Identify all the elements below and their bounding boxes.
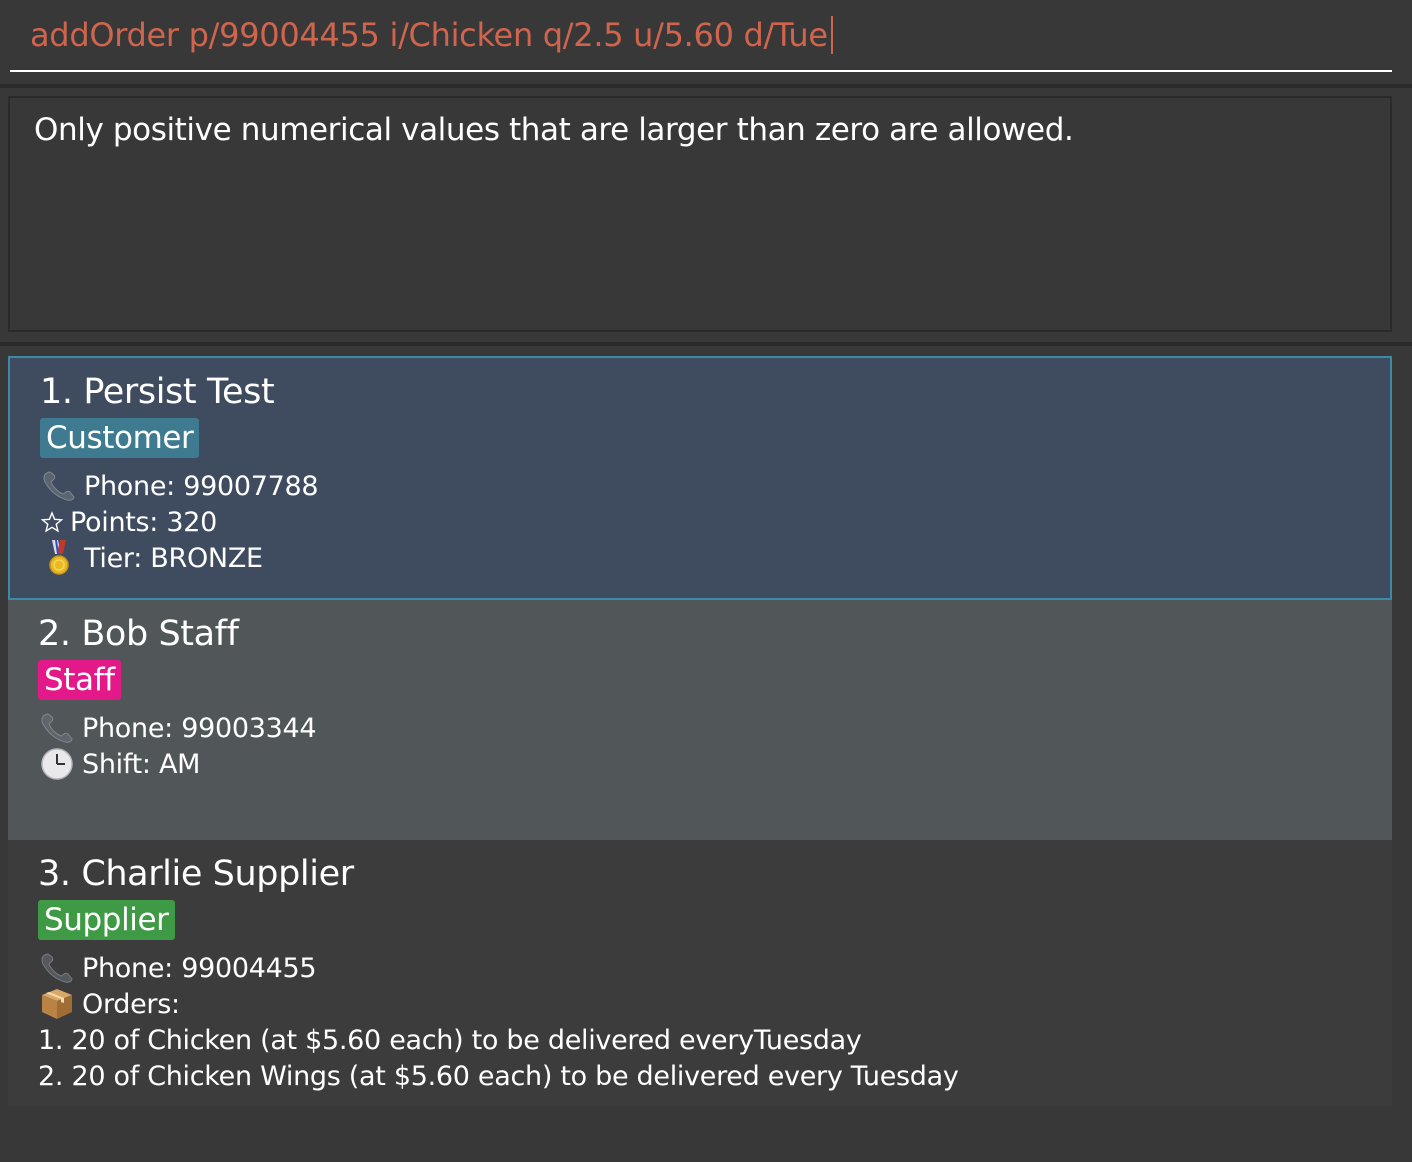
phone-row: Phone: 99003344 bbox=[38, 710, 1392, 746]
medal-icon bbox=[40, 540, 78, 575]
command-input[interactable]: addOrder p/99004455 i/Chicken q/2.5 u/5.… bbox=[10, 0, 1392, 72]
orders-label: Orders: bbox=[82, 988, 180, 1020]
person-name: 2. Bob Staff bbox=[38, 614, 239, 654]
result-message: Only positive numerical values that are … bbox=[34, 112, 1074, 148]
star-icon bbox=[40, 505, 64, 539]
phone-text: Phone: 99003344 bbox=[82, 712, 317, 744]
phone-icon bbox=[40, 469, 78, 503]
order-item: 1. 20 of Chicken (at $5.60 each) to be d… bbox=[38, 1024, 862, 1056]
tier-row: Tier: BRONZE bbox=[40, 540, 1390, 576]
person-card-1[interactable]: 1. Persist Test Customer Phone: 99007788… bbox=[8, 356, 1392, 600]
phone-row: Phone: 99004455 bbox=[38, 950, 1392, 986]
command-box: addOrder p/99004455 i/Chicken q/2.5 u/5.… bbox=[0, 0, 1412, 84]
orders-row: Orders: bbox=[38, 986, 1392, 1022]
phone-row: Phone: 99007788 bbox=[40, 468, 1390, 504]
points-text: Points: 320 bbox=[70, 506, 218, 538]
clock-icon bbox=[38, 747, 76, 781]
customer-tag: Customer bbox=[40, 418, 200, 458]
person-name: 1. Persist Test bbox=[40, 372, 275, 412]
phone-text: Phone: 99007788 bbox=[84, 470, 319, 502]
command-divider bbox=[0, 84, 1412, 88]
person-card-3[interactable]: 3. Charlie Supplier Supplier Phone: 9900… bbox=[8, 840, 1392, 1106]
staff-tag: Staff bbox=[38, 660, 121, 700]
phone-text: Phone: 99004455 bbox=[82, 952, 317, 984]
points-row: Points: 320 bbox=[40, 504, 1390, 540]
command-text: addOrder p/99004455 i/Chicken q/2.5 u/5.… bbox=[30, 16, 828, 54]
result-divider bbox=[0, 342, 1412, 346]
shift-text: Shift: AM bbox=[82, 748, 201, 780]
person-name: 3. Charlie Supplier bbox=[38, 854, 354, 894]
package-icon bbox=[38, 987, 76, 1021]
phone-icon bbox=[38, 711, 76, 745]
tier-text: Tier: BRONZE bbox=[84, 542, 263, 574]
order-item: 2. 20 of Chicken Wings (at $5.60 each) t… bbox=[38, 1060, 959, 1092]
result-display: Only positive numerical values that are … bbox=[8, 96, 1392, 332]
person-list[interactable]: 1. Persist Test Customer Phone: 99007788… bbox=[8, 356, 1392, 1106]
shift-row: Shift: AM bbox=[38, 746, 1392, 782]
text-caret bbox=[830, 16, 833, 54]
person-card-2[interactable]: 2. Bob Staff Staff Phone: 99003344 Shift… bbox=[8, 600, 1392, 840]
supplier-tag: Supplier bbox=[38, 900, 175, 940]
phone-icon bbox=[38, 951, 76, 985]
